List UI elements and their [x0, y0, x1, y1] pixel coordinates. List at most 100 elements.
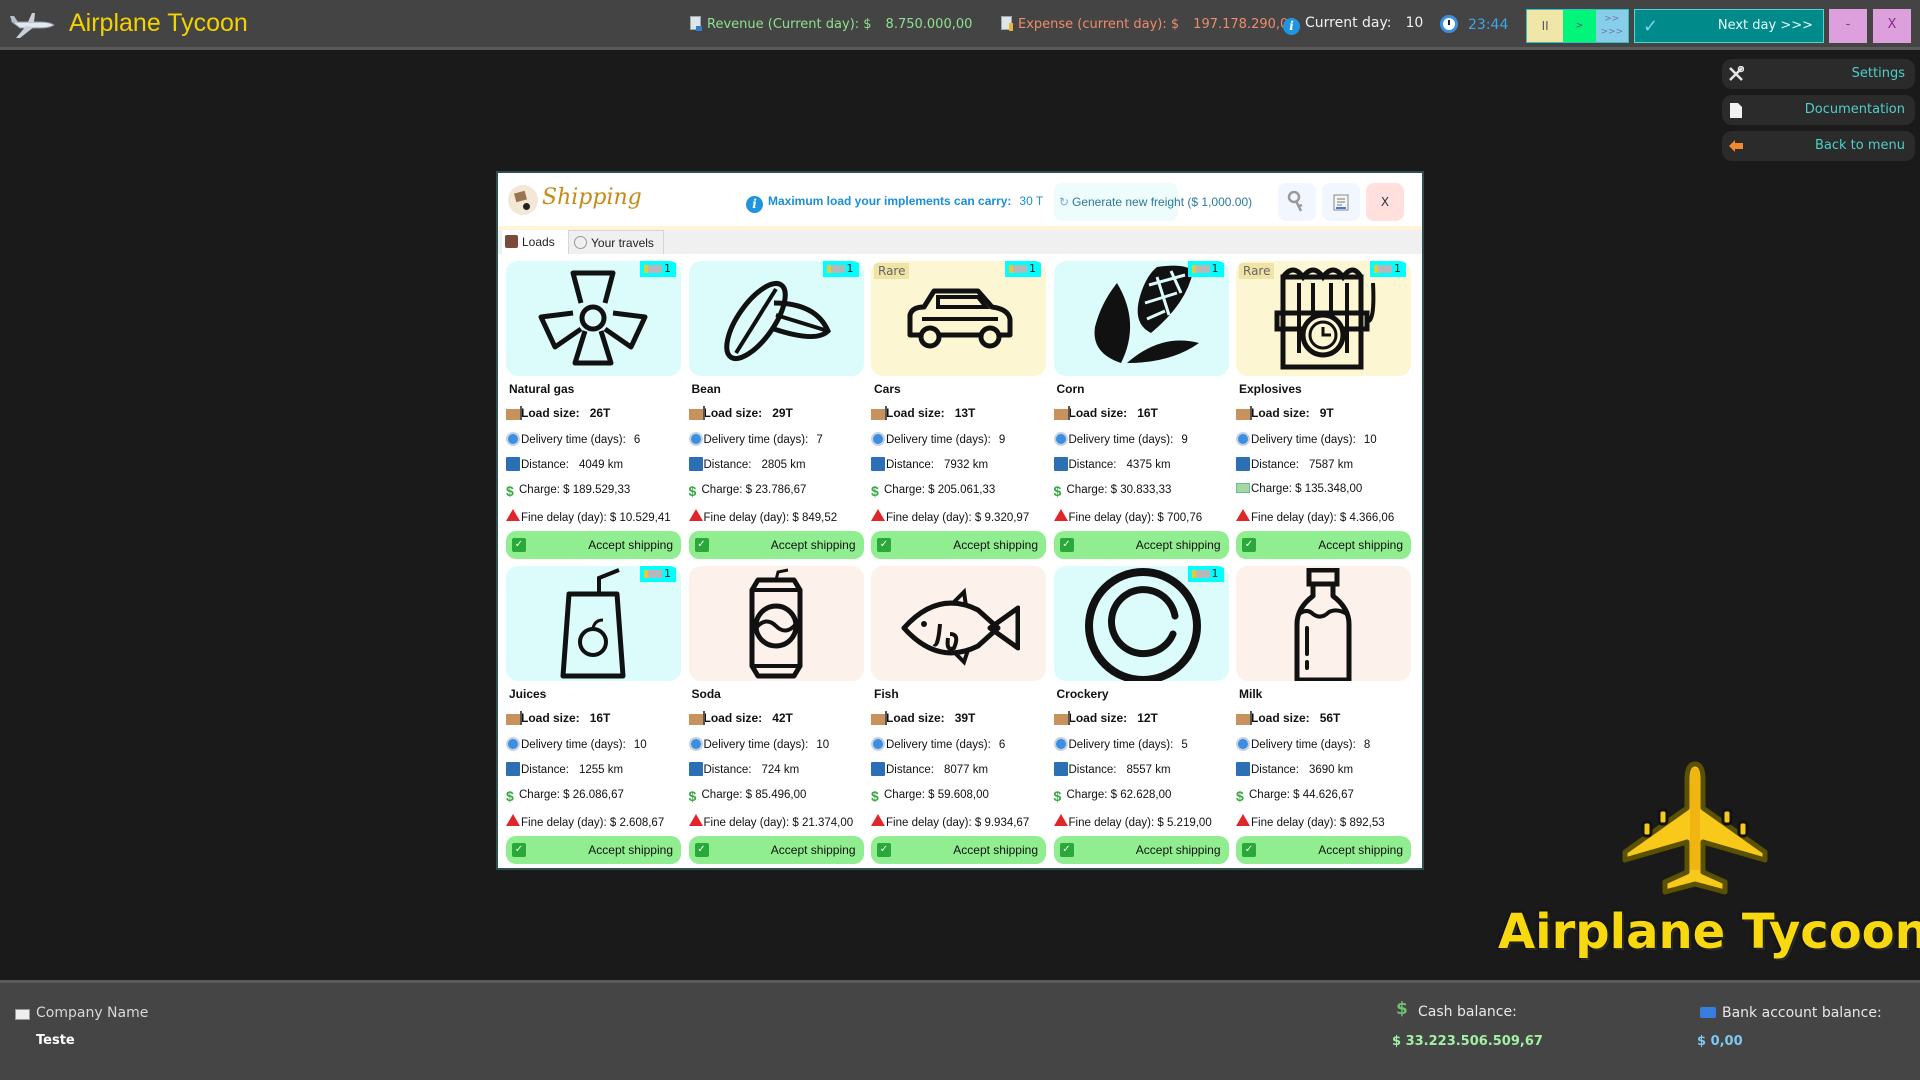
- accept-shipping-button[interactable]: ✓ Accept shipping: [1236, 836, 1411, 864]
- charge-label: Charge: $: [1066, 789, 1118, 801]
- bank-balance-label: Bank account balance:: [1722, 1005, 1882, 1021]
- close-dialog-button[interactable]: X: [1366, 183, 1404, 221]
- current-day-label: Current day:: [1305, 15, 1392, 31]
- rare-badge: Rare: [1239, 263, 1275, 279]
- settings-button[interactable]: Settings: [1722, 59, 1915, 89]
- fine-delay-label: Fine delay (day): $: [521, 512, 617, 524]
- charge-value: 189.529,33: [572, 484, 631, 496]
- generate-freight-button[interactable]: ↻ Generate new freight ($ 1,000.00): [1054, 183, 1252, 221]
- fine-delay-value: 892,53: [1349, 817, 1385, 829]
- tab-loads[interactable]: Loads: [502, 230, 568, 254]
- cargo-image: [1236, 566, 1411, 681]
- checkbox-icon: ✓: [512, 843, 526, 857]
- fine-delay-row: Fine delay (day): $ 5.219,00: [1053, 814, 1212, 829]
- keys-button[interactable]: [1278, 183, 1316, 221]
- close-window-button[interactable]: X: [1873, 9, 1911, 43]
- clock-icon: [688, 737, 703, 751]
- id-card-icon: [15, 1009, 30, 1020]
- accept-shipping-button[interactable]: ✓ Accept shipping: [506, 531, 681, 559]
- charge-label: Charge: $: [884, 484, 935, 496]
- map-icon: [871, 762, 885, 776]
- fast-forward-button[interactable]: >> >>>: [1595, 10, 1628, 42]
- distance-label: Distance:: [1251, 459, 1299, 471]
- expense-value: 197.178.290,00: [1193, 17, 1297, 32]
- delivery-time-label: Delivery time (days):: [1251, 739, 1356, 751]
- tab-loads-label: Loads: [522, 235, 555, 249]
- load-size-row: Load size: 29T: [688, 406, 793, 420]
- cargo-name: Explosives: [1239, 382, 1302, 396]
- bank-balance-value: $ 0,00: [1697, 1034, 1743, 1049]
- charge-row: $ Charge: $ 59.608,00: [871, 788, 989, 804]
- delivery-time-value: 6: [633, 434, 641, 446]
- fine-delay-value: 700,76: [1166, 512, 1203, 524]
- documentation-button[interactable]: Documentation: [1722, 95, 1915, 125]
- distance-value: 7587 km: [1308, 459, 1354, 471]
- dynamite-icon: [1274, 267, 1376, 370]
- load-card: Milk Load size: 56T Delivery time (days): 8 D…: [1236, 566, 1411, 866]
- fine-delay-row: Fine delay (day): $ 892,53: [1236, 814, 1385, 829]
- charge-value: 135.348,00: [1304, 483, 1363, 495]
- dollar-icon: $: [506, 483, 514, 499]
- shipping-dialog: Shipping i Maximum load your implements c…: [496, 171, 1424, 870]
- clock-icon: [871, 432, 885, 446]
- delivery-time-row: Delivery time (days): 6: [506, 432, 640, 446]
- charge-label: Charge: $: [701, 484, 753, 496]
- clock-icon: [1236, 432, 1250, 446]
- warning-icon: [506, 814, 520, 826]
- charge-row: $ Charge: $ 85.496,00: [689, 788, 807, 804]
- truck-count-badge: 1: [640, 261, 676, 277]
- delivery-time-value: 10: [816, 739, 830, 751]
- delivery-time-label: Delivery time (days):: [703, 434, 809, 446]
- accept-shipping-button[interactable]: ✓ Accept shipping: [1053, 836, 1229, 864]
- notes-button[interactable]: [1322, 183, 1360, 221]
- distance-label: Distance:: [703, 764, 752, 776]
- accept-shipping-button[interactable]: ✓ Accept shipping: [1236, 531, 1411, 559]
- accept-shipping-button[interactable]: ✓ Accept shipping: [688, 531, 864, 559]
- load-size-value: 26T: [589, 406, 611, 420]
- charge-row: $ Charge: $ 26.086,67: [506, 788, 624, 804]
- load-size-label: Load size:: [886, 406, 945, 420]
- back-to-menu-button[interactable]: Back to menu: [1722, 131, 1915, 161]
- load-size-label: Load size:: [1251, 711, 1310, 725]
- accept-shipping-button[interactable]: ✓ Accept shipping: [871, 531, 1046, 559]
- distance-value: 724 km: [761, 764, 800, 776]
- tab-your-travels[interactable]: Your travels: [568, 230, 664, 254]
- accept-shipping-label: Accept shipping: [1318, 843, 1403, 857]
- charge-label: Charge: $: [701, 789, 753, 801]
- pause-button[interactable]: II: [1527, 10, 1564, 42]
- truck-count-badge: 1: [822, 261, 859, 277]
- delivery-time-row: Delivery time (days): 8: [1236, 737, 1370, 751]
- accept-shipping-button[interactable]: ✓ Accept shipping: [506, 836, 681, 864]
- next-day-button[interactable]: ✓ Next day >>>: [1634, 9, 1824, 43]
- fine-delay-label: Fine delay (day): $: [1068, 512, 1164, 524]
- accept-shipping-button[interactable]: ✓ Accept shipping: [1053, 531, 1229, 559]
- revenue-label: Revenue (Current day): $: [707, 17, 872, 32]
- corn-icon: [1094, 265, 1199, 363]
- next-day-label: Next day >>>: [1717, 18, 1813, 33]
- accept-shipping-button[interactable]: ✓ Accept shipping: [688, 836, 864, 864]
- checkbox-icon: ✓: [1242, 843, 1256, 857]
- minimize-button[interactable]: -: [1829, 9, 1867, 43]
- charge-value: 205.061,33: [937, 484, 996, 496]
- charge-label: Charge: $: [1249, 789, 1300, 801]
- truck-count-badge: 1: [1005, 261, 1041, 277]
- delivery-time-value: 10: [633, 739, 647, 751]
- load-card: 1 Juices Load size: 16T Delivery time (days)…: [506, 566, 681, 866]
- cash-balance-label: Cash balance:: [1418, 1004, 1517, 1020]
- fine-delay-value: 10.529,41: [619, 512, 671, 524]
- tab-travels-label: Your travels: [591, 236, 654, 250]
- delivery-time-value: 5: [1181, 739, 1188, 751]
- accept-shipping-button[interactable]: ✓ Accept shipping: [871, 836, 1046, 864]
- dollar-icon: $: [1236, 788, 1244, 804]
- shipping-title: Shipping: [542, 185, 642, 210]
- box-icon: [871, 711, 887, 725]
- fine-delay-label: Fine delay (day): $: [521, 817, 617, 829]
- play-button[interactable]: >: [1563, 10, 1596, 42]
- delivery-time-row: Delivery time (days): 10: [688, 737, 830, 751]
- charge-row: $ Charge: $ 44.626,67: [1236, 788, 1354, 804]
- max-load-value: 30 T: [1019, 194, 1044, 208]
- load-size-value: 42T: [772, 711, 793, 725]
- warning-icon: [688, 509, 703, 521]
- max-load-label: Maximum load your implements can carry:: [768, 194, 1012, 208]
- cash-note-icon: [1236, 483, 1250, 493]
